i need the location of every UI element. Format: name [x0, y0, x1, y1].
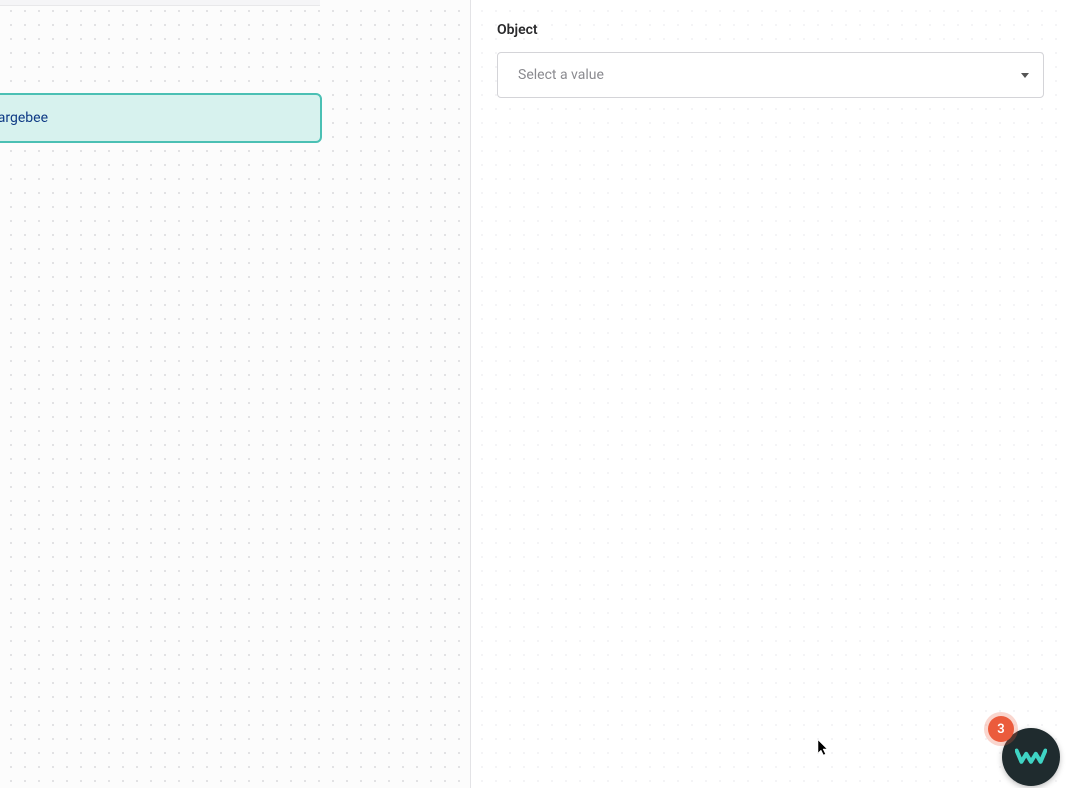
chevron-down-icon — [1021, 73, 1029, 78]
object-field-label: Object — [497, 22, 1044, 38]
trigger-block-chargebee[interactable]: hargebee — [0, 93, 322, 143]
canvas-top-strip — [0, 0, 320, 6]
chat-logo-icon — [1015, 741, 1047, 773]
object-select-placeholder: Select a value — [518, 67, 604, 83]
object-select[interactable]: Select a value — [497, 52, 1044, 98]
chat-launcher-button[interactable]: 3 — [1002, 728, 1060, 786]
config-panel: Object Select a value — [470, 0, 1068, 788]
workflow-canvas[interactable]: hargebee — [0, 0, 470, 788]
chat-notification-badge: 3 — [988, 716, 1014, 742]
trigger-block-label: hargebee — [0, 110, 48, 126]
